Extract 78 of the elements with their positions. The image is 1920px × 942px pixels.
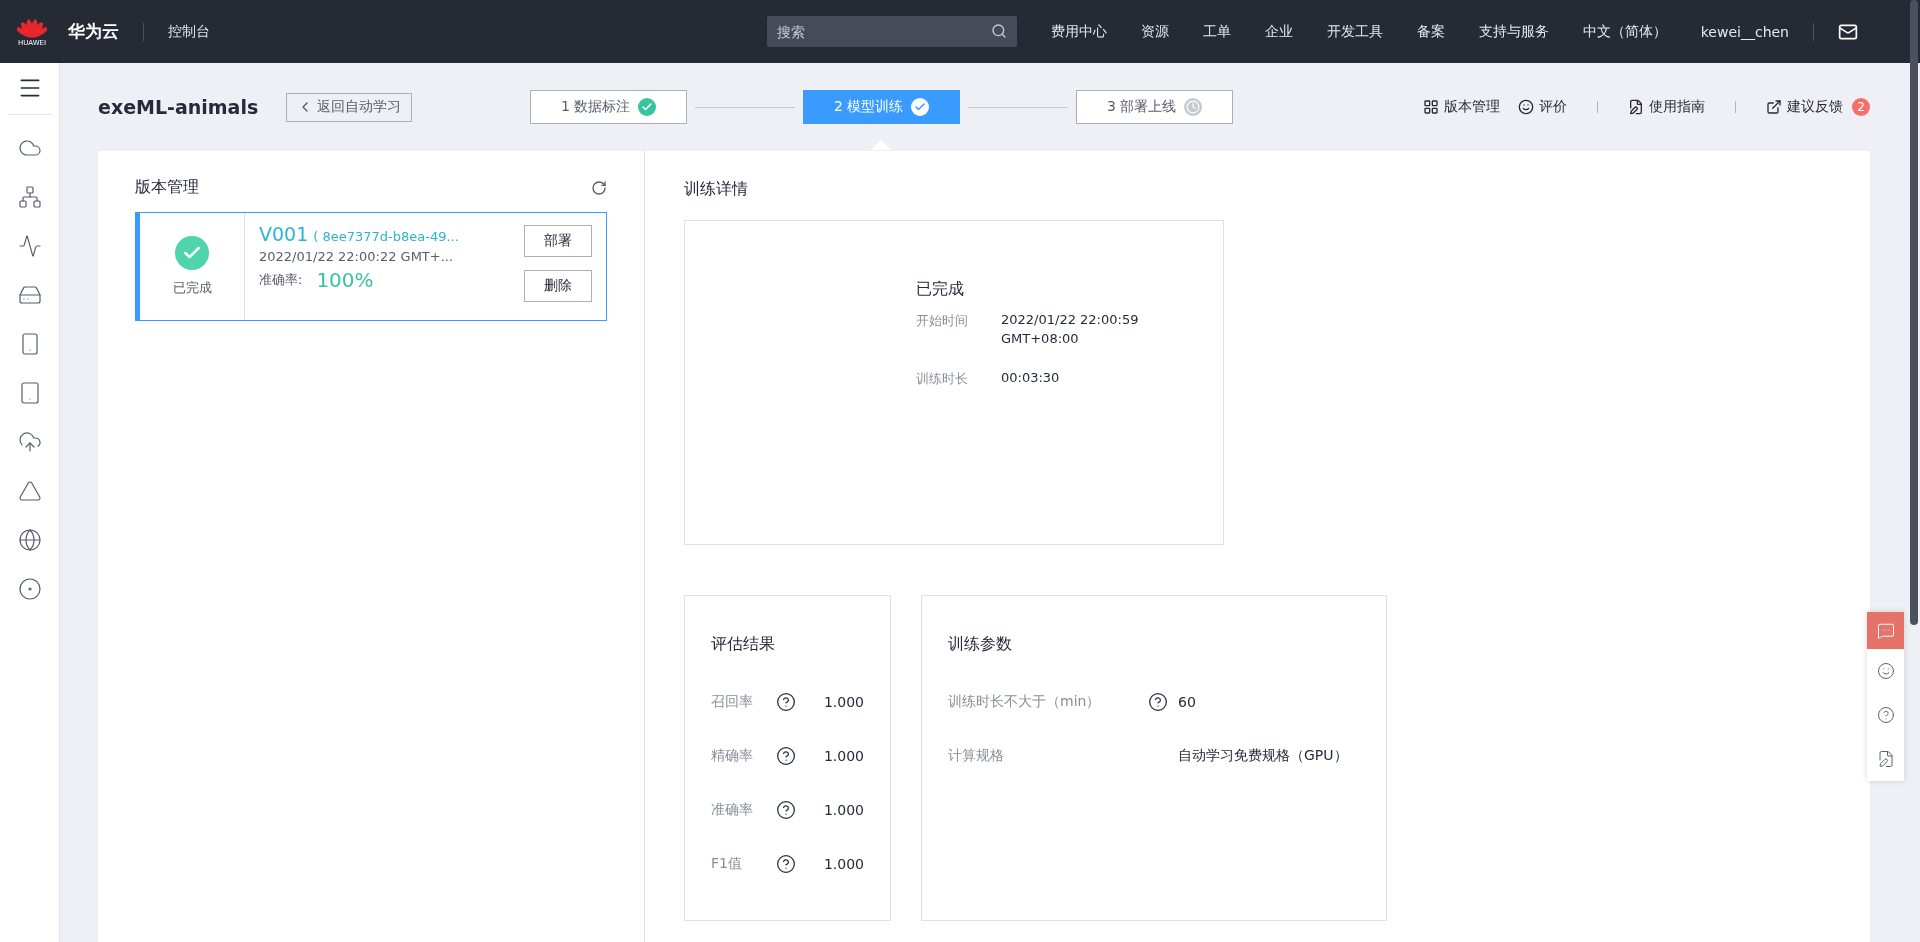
search-icon[interactable] (990, 23, 1007, 39)
wave-icon[interactable] (17, 234, 42, 258)
console-link[interactable]: 控制台 (168, 22, 210, 41)
help-icon[interactable] (775, 746, 796, 766)
version-id: ( 8ee7377d-b8ea-49... (313, 229, 459, 244)
chat-icon (1876, 621, 1895, 640)
check-icon (638, 98, 657, 116)
version-card[interactable]: 已完成 V001 ( 8ee7377d-b8ea-49... 2022/01/22 22:00:22 GMT+... 准确率: 100% 部署 删除 (135, 212, 607, 321)
help-icon (1876, 706, 1895, 724)
count-badge: 2 (1852, 98, 1870, 116)
project-title: exeML-animals (98, 96, 259, 118)
help-icon[interactable] (775, 692, 796, 712)
metric-value: 1.000 (823, 694, 864, 710)
help-icon[interactable] (775, 854, 796, 874)
nav-link[interactable]: kewei__chen (1700, 23, 1789, 40)
field-value: GMT+08:00 (1001, 330, 1080, 348)
step-tab[interactable]: 3 部署上线 (1076, 90, 1234, 124)
action-button[interactable]: 删除 (524, 270, 592, 302)
smile-icon (1876, 662, 1895, 680)
refresh-icon[interactable] (591, 179, 607, 196)
check-icon (911, 98, 930, 116)
header-link[interactable]: 评价 (1518, 98, 1567, 116)
nav-link[interactable]: 资源 (1140, 22, 1169, 41)
metric-value: 自动学习免费规格（GPU） (1178, 747, 1348, 765)
status-text: 已完成 (916, 279, 965, 300)
edit-icon (1628, 99, 1644, 115)
cloud-upload-icon[interactable] (17, 430, 42, 454)
grid-icon (1423, 99, 1439, 115)
metric-value: 60 (1178, 694, 1196, 710)
nav-link[interactable]: 开发工具 (1326, 22, 1383, 41)
help-icon[interactable] (775, 800, 796, 820)
circle-icon[interactable] (17, 577, 42, 601)
metric-value: 1.000 (823, 856, 864, 872)
triangle-icon[interactable] (17, 479, 42, 503)
smile-icon (1518, 99, 1534, 115)
nav-link[interactable]: 工单 (1202, 22, 1231, 41)
metric-value: 1.000 (823, 748, 864, 764)
accuracy-value: 100% (316, 268, 374, 292)
field-label: 训练时长 (916, 370, 969, 388)
tool-button[interactable] (1867, 737, 1904, 781)
status-text: 已完成 (172, 279, 212, 297)
nav-link[interactable]: 中文（简体） (1582, 22, 1667, 41)
header-link[interactable]: 使用指南 (1628, 98, 1705, 116)
card-title: 训练参数 (948, 634, 1013, 655)
action-button[interactable]: 部署 (524, 225, 592, 257)
nav-link[interactable]: 费用中心 (1050, 22, 1107, 41)
metric-label: 准确率 (711, 801, 754, 819)
nav-link[interactable]: 支持与服务 (1478, 22, 1549, 41)
metric-label: 召回率 (711, 693, 754, 711)
section-title: 版本管理 (135, 177, 199, 198)
search-field[interactable]: 搜索 (766, 16, 1017, 47)
nodes-icon[interactable] (17, 185, 42, 209)
header-link[interactable]: 建议反馈 2 (1766, 98, 1870, 116)
brand-name[interactable]: 华为云 (68, 20, 119, 43)
external-link-icon (1766, 99, 1782, 115)
metric-label: F1值 (711, 855, 743, 873)
scrollbar-thumb[interactable] (1910, 0, 1918, 625)
edit-icon (1876, 750, 1895, 768)
metric-label: 精确率 (711, 747, 754, 765)
clock-icon (1184, 98, 1203, 116)
metric-label: 计算规格 (948, 747, 1005, 765)
nav-link[interactable]: 备案 (1416, 22, 1445, 41)
section-title: 训练详情 (684, 179, 749, 200)
tool-button[interactable] (1867, 649, 1904, 693)
globe-icon[interactable] (17, 528, 42, 552)
header-link[interactable]: 版本管理 (1423, 98, 1500, 116)
nav-link[interactable]: 企业 (1264, 22, 1293, 41)
step-tab[interactable]: 1 数据标注 (530, 90, 688, 124)
card-title: 评估结果 (711, 634, 776, 655)
metric-value: 1.000 (823, 802, 864, 818)
help-icon[interactable] (1148, 692, 1168, 712)
version-time: 2022/01/22 22:00:22 GMT+... (259, 249, 455, 264)
back-button[interactable]: 返回自动学习 (286, 92, 413, 122)
field-value: 00:03:30 (1001, 369, 1060, 387)
metric-label: 训练时长不大于（min） (948, 693, 1102, 711)
field-value: 2022/01/22 22:00:59 (1001, 311, 1139, 329)
accuracy-label: 准确率: (259, 271, 303, 289)
field-label: 开始时间 (916, 312, 969, 330)
